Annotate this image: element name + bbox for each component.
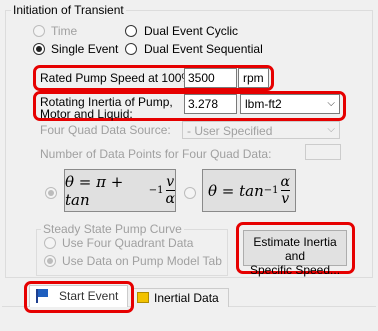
radio-formula-2[interactable] [184, 187, 196, 199]
inertia-unit-select[interactable]: lbm-ft2 ⌵ [240, 94, 340, 114]
formula-2-num: α [280, 174, 290, 190]
yellow-flag-icon [137, 292, 149, 303]
formula-1-exp: −1 [148, 185, 164, 196]
formula-2-exp: −1 [263, 185, 279, 196]
inertia-unit-value: lbm-ft2 [245, 97, 282, 111]
radio-dual-event-sequential-label: Dual Event Sequential [144, 42, 263, 56]
tab-inertial-data-label: Inertial Data [154, 291, 219, 305]
tab-start-event[interactable]: Start Event [29, 285, 128, 307]
radio-use-four-quadrant[interactable] [44, 237, 56, 249]
radio-time-label: Time [51, 24, 78, 38]
tab-inertial-data[interactable]: Inertial Data [131, 288, 229, 307]
formula-1-lhs: θ = π + tan [65, 172, 124, 209]
chevron-down-icon: ⌵ [327, 98, 335, 109]
four-quad-value: - User Specified [187, 124, 273, 138]
radio-use-pump-model[interactable] [44, 255, 56, 267]
estimate-button-line2: Specific Speed... [249, 263, 341, 277]
formula-1: θ = π + tan −1 vα [64, 169, 176, 212]
radio-use-pump-model-label: Use Data on Pump Model Tab [62, 254, 222, 268]
rated-speed-label: Rated Pump Speed at 100%: [40, 71, 196, 85]
four-quad-select[interactable]: - User Specified ⌵ [182, 121, 340, 139]
estimate-button-line1: Estimate Inertia and [253, 235, 337, 263]
formula-1-fraction: vα [165, 174, 175, 207]
num-points-label: Number of Data Points for Four Quad Data… [40, 147, 272, 161]
estimate-inertia-button[interactable]: Estimate Inertia and Specific Speed... [243, 230, 347, 277]
formula-2-fraction: αv [280, 174, 290, 207]
radio-dual-event-sequential[interactable] [125, 43, 137, 55]
steady-state-title: Steady State Pump Curve [41, 222, 184, 236]
formula-1-num: v [166, 174, 175, 190]
radio-use-four-quadrant-label: Use Four Quadrant Data [62, 236, 194, 250]
radio-formula-1[interactable] [45, 187, 57, 199]
group-title: Initiation of Transient [11, 3, 126, 17]
radio-single-event-label: Single Event [51, 42, 119, 56]
radio-dual-event-cyclic[interactable] [125, 25, 137, 37]
blue-flag-cloth [38, 289, 48, 297]
formula-1-den: α [165, 191, 175, 207]
formula-2-lhs: θ = tan [208, 181, 264, 200]
rated-speed-unit: rpm [238, 68, 269, 88]
formula-2-den: v [281, 191, 290, 207]
rated-speed-input[interactable]: 3500 [184, 68, 237, 88]
formula-2: θ = tan −1 αv [202, 169, 296, 212]
tab-start-event-label: Start Event [59, 289, 119, 303]
num-points-input[interactable] [305, 144, 341, 160]
four-quad-label: Four Quad Data Source: [40, 123, 171, 137]
radio-time[interactable] [33, 25, 45, 37]
inertia-input[interactable]: 3.278 [184, 94, 237, 114]
chevron-down-icon: ⌵ [327, 124, 335, 135]
radio-dual-event-cyclic-label: Dual Event Cyclic [144, 24, 239, 38]
inertia-label-line2: Motor and Liquid: [40, 107, 133, 121]
radio-single-event[interactable] [33, 43, 45, 55]
